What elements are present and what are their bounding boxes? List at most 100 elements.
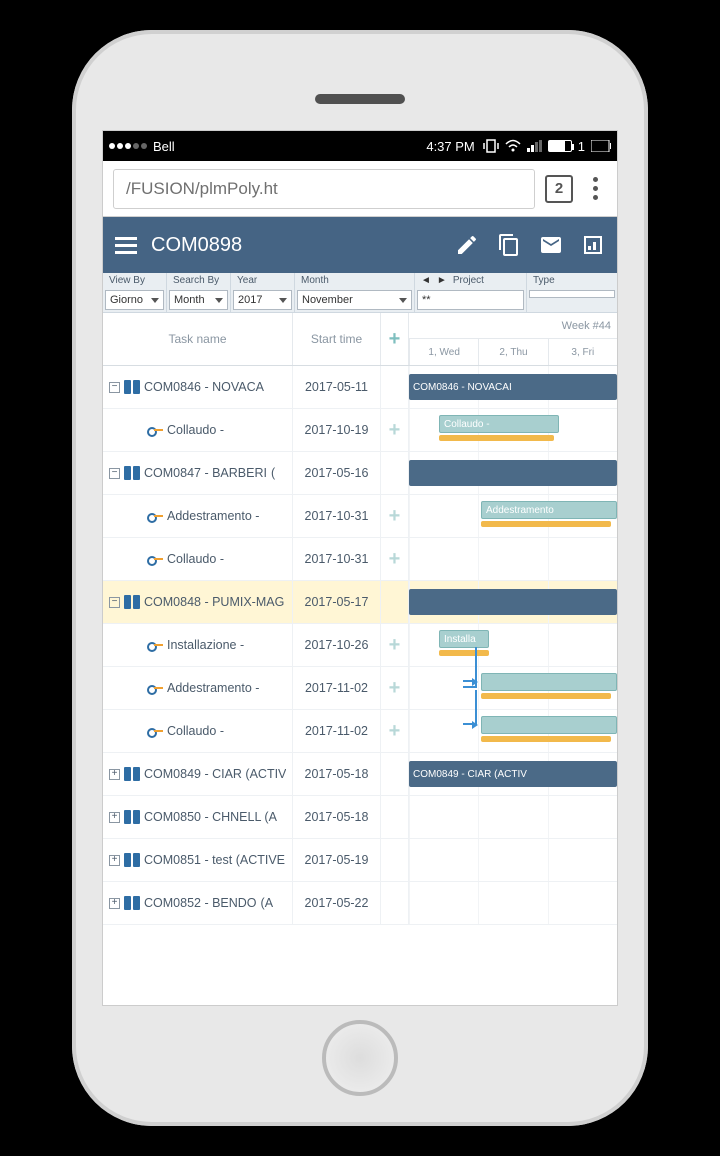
project-label: ◄ ► Project bbox=[415, 273, 526, 288]
task-bar[interactable] bbox=[481, 716, 617, 734]
add-task-icon[interactable]: + bbox=[389, 419, 401, 442]
url-text: /FUSION/plmPoly.ht bbox=[126, 179, 278, 199]
type-select[interactable] bbox=[529, 290, 615, 298]
task-cell[interactable]: −COM0847 - BARBERI ( bbox=[103, 452, 293, 494]
year-select[interactable]: 2017 bbox=[233, 290, 292, 310]
gantt-cell[interactable] bbox=[409, 796, 617, 838]
task-cell[interactable]: Collaudo - bbox=[103, 538, 293, 580]
menu-button[interactable] bbox=[115, 237, 137, 254]
gantt-row[interactable]: +COM0849 - CIAR (ACTIV2017-05-18COM0849 … bbox=[103, 753, 617, 796]
add-cell bbox=[381, 796, 409, 838]
task-cell[interactable]: Addestramento - bbox=[103, 495, 293, 537]
month-select[interactable]: November bbox=[297, 290, 412, 310]
gantt-cell[interactable] bbox=[409, 452, 617, 494]
task-cell[interactable]: +COM0850 - CHNELL (A bbox=[103, 796, 293, 838]
project-input[interactable]: ** bbox=[417, 290, 524, 310]
start-date-cell: 2017-10-26 bbox=[293, 624, 381, 666]
gantt-row[interactable]: +COM0851 - test (ACTIVE2017-05-19 bbox=[103, 839, 617, 882]
task-bar[interactable]: Addestramento bbox=[481, 501, 617, 519]
search-by-select[interactable]: Month bbox=[169, 290, 228, 310]
summary-bar[interactable] bbox=[409, 460, 617, 486]
task-cell[interactable]: +COM0852 - BENDO (A bbox=[103, 882, 293, 924]
summary-bar[interactable] bbox=[409, 589, 617, 615]
gantt-row[interactable]: Installazione - 2017-10-26 + Installa bbox=[103, 624, 617, 667]
add-task-icon[interactable]: + bbox=[389, 548, 401, 571]
gantt-row[interactable]: Addestramento -2017-11-02 + bbox=[103, 667, 617, 710]
home-button[interactable] bbox=[322, 1020, 398, 1096]
col-task-name[interactable]: Task name bbox=[103, 313, 293, 365]
tabs-button[interactable]: 2 bbox=[545, 175, 573, 203]
gantt-cell[interactable] bbox=[409, 839, 617, 881]
summary-bar[interactable]: COM0846 - NOVACAI bbox=[409, 374, 617, 400]
gantt-cell[interactable]: Collaudo - bbox=[409, 409, 617, 451]
expand-icon[interactable]: + bbox=[109, 855, 120, 866]
edit-icon[interactable] bbox=[455, 233, 479, 257]
task-bar[interactable]: Collaudo - bbox=[439, 415, 559, 433]
wifi-icon bbox=[505, 139, 521, 153]
add-column-icon[interactable]: + bbox=[389, 328, 401, 351]
gantt-row[interactable]: −COM0848 - PUMIX-MAG2017-05-17 bbox=[103, 581, 617, 624]
task-cell[interactable]: Collaudo - bbox=[103, 409, 293, 451]
gantt-row[interactable]: −COM0847 - BARBERI (2017-05-16 bbox=[103, 452, 617, 495]
mail-icon[interactable] bbox=[539, 233, 563, 257]
copy-icon[interactable] bbox=[497, 233, 521, 257]
start-date-cell: 2017-10-31 bbox=[293, 495, 381, 537]
gantt-cell[interactable] bbox=[409, 882, 617, 924]
project-icon bbox=[124, 595, 140, 609]
add-cell: + bbox=[381, 667, 409, 709]
gantt-cell[interactable]: COM0846 - NOVACAI bbox=[409, 366, 617, 408]
app-header: COM0898 bbox=[103, 217, 617, 273]
gantt-cell[interactable] bbox=[409, 667, 617, 709]
view-by-select[interactable]: Giorno bbox=[105, 290, 164, 310]
gantt-row[interactable]: Addestramento -2017-10-31 + Addestramento bbox=[103, 495, 617, 538]
task-link-icon bbox=[147, 683, 163, 693]
gantt-cell[interactable]: Addestramento bbox=[409, 495, 617, 537]
add-task-icon[interactable]: + bbox=[389, 505, 401, 528]
add-cell bbox=[381, 882, 409, 924]
report-icon[interactable] bbox=[581, 233, 605, 257]
gantt-cell[interactable]: Installa bbox=[409, 624, 617, 666]
gantt-row[interactable]: −COM0846 - NOVACA2017-05-11COM0846 - NOV… bbox=[103, 366, 617, 409]
gantt-cell[interactable] bbox=[409, 538, 617, 580]
task-link-icon bbox=[147, 640, 163, 650]
task-cell[interactable]: Addestramento - bbox=[103, 667, 293, 709]
collapse-icon[interactable]: − bbox=[109, 468, 120, 479]
add-task-icon[interactable]: + bbox=[389, 677, 401, 700]
task-name-text: COM0851 - test (ACTIVE bbox=[144, 853, 285, 867]
summary-bar[interactable]: COM0849 - CIAR (ACTIV bbox=[409, 761, 617, 787]
task-cell[interactable]: Installazione - bbox=[103, 624, 293, 666]
next-arrow-icon[interactable]: ► bbox=[437, 275, 447, 286]
gantt-cell[interactable] bbox=[409, 581, 617, 623]
gantt-row[interactable]: Collaudo -2017-10-19+Collaudo - bbox=[103, 409, 617, 452]
add-cell bbox=[381, 839, 409, 881]
start-date-cell: 2017-11-02 bbox=[293, 667, 381, 709]
gantt-row[interactable]: +COM0850 - CHNELL (A2017-05-18 bbox=[103, 796, 617, 839]
gantt-cell[interactable] bbox=[409, 710, 617, 752]
expand-icon[interactable]: + bbox=[109, 898, 120, 909]
task-name-text: Installazione - bbox=[167, 638, 244, 652]
task-bar[interactable] bbox=[481, 673, 617, 691]
task-link-icon bbox=[147, 554, 163, 564]
col-start-time[interactable]: Start time bbox=[293, 313, 381, 365]
overflow-menu-button[interactable] bbox=[583, 175, 607, 203]
task-cell[interactable]: −COM0848 - PUMIX-MAG bbox=[103, 581, 293, 623]
prev-arrow-icon[interactable]: ◄ bbox=[421, 275, 431, 286]
collapse-icon[interactable]: − bbox=[109, 597, 120, 608]
gantt-cell[interactable]: COM0849 - CIAR (ACTIV bbox=[409, 753, 617, 795]
task-cell[interactable]: −COM0846 - NOVACA bbox=[103, 366, 293, 408]
task-cell[interactable]: + COM0851 - test (ACTIVE bbox=[103, 839, 293, 881]
collapse-icon[interactable]: − bbox=[109, 382, 120, 393]
gantt-row[interactable]: Collaudo -2017-11-02+ bbox=[103, 710, 617, 753]
gantt-row[interactable]: +COM0852 - BENDO (A2017-05-22 bbox=[103, 882, 617, 925]
gantt-row[interactable]: Collaudo -2017-10-31+ bbox=[103, 538, 617, 581]
expand-icon[interactable]: + bbox=[109, 812, 120, 823]
task-cell[interactable]: Collaudo - bbox=[103, 710, 293, 752]
add-cell bbox=[381, 366, 409, 408]
add-task-icon[interactable]: + bbox=[389, 634, 401, 657]
signal-icon bbox=[527, 140, 542, 152]
task-cell[interactable]: +COM0849 - CIAR (ACTIV bbox=[103, 753, 293, 795]
add-task-icon[interactable]: + bbox=[389, 720, 401, 743]
task-bar[interactable]: Installa bbox=[439, 630, 489, 648]
expand-icon[interactable]: + bbox=[109, 769, 120, 780]
url-field[interactable]: /FUSION/plmPoly.ht bbox=[113, 169, 535, 209]
